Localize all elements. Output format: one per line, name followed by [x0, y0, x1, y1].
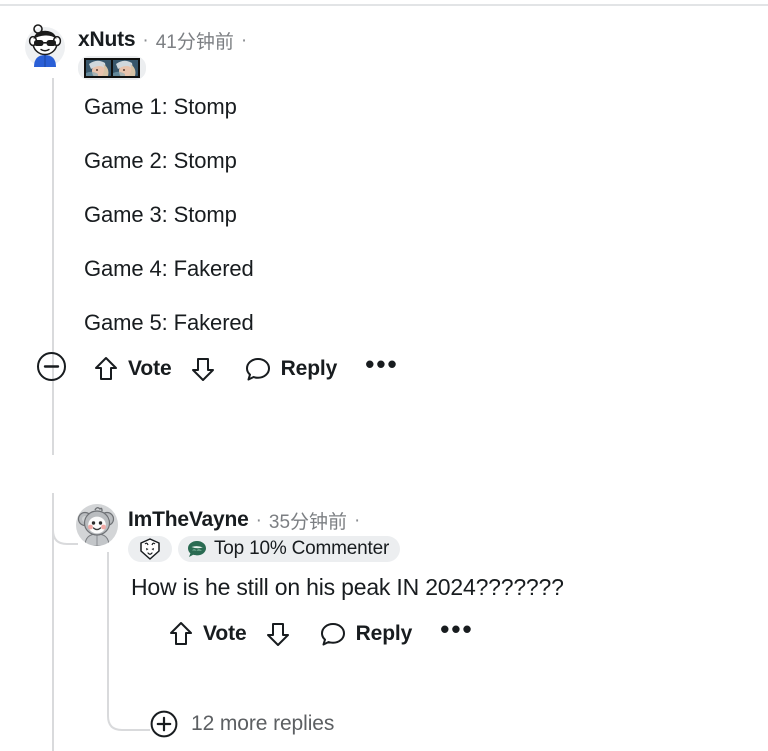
g2-esports-logo-icon — [140, 538, 160, 560]
root-comment: xNuts · 41分钟前 · Game 1: Stomp Game 2: St… — [0, 22, 768, 390]
reply-action-bar: Vote Reply ••• — [0, 613, 768, 655]
reply-button[interactable]: Reply — [244, 355, 338, 383]
collapse-minus-icon — [37, 351, 66, 381]
reply-label: Reply — [355, 622, 413, 645]
reply-button[interactable]: Reply — [319, 620, 413, 648]
comment-body-line: Game 5: Fakered — [84, 309, 254, 335]
downvote-arrow-icon — [266, 623, 289, 646]
reply-body: How is he still on his peak IN 2024?????… — [131, 574, 564, 600]
comment-body-line: Game 3: Stomp — [84, 201, 237, 227]
upvote-button[interactable]: Vote — [93, 355, 172, 383]
reply-header: ImTheVayne · 35分钟前 · Top 10% Commenter — [0, 504, 768, 562]
vote-label: Vote — [128, 356, 172, 380]
reply-avatar[interactable] — [76, 504, 118, 546]
root-author-line: xNuts · 41分钟前 · — [78, 28, 248, 53]
overflow-menu-button[interactable]: ••• — [365, 351, 398, 379]
more-replies-label: 12 more replies — [191, 712, 335, 735]
downvote-arrow-icon — [191, 357, 214, 381]
root-author-block: xNuts · 41分钟前 · — [78, 22, 247, 80]
reply-flair-row: Top 10% Commenter — [128, 536, 401, 562]
top-commenter-badge[interactable]: Top 10% Commenter — [178, 536, 401, 562]
root-timestamp: 41分钟前 — [155, 31, 234, 53]
avatar[interactable] — [22, 22, 68, 68]
comment-body-line: Game 2: Stomp — [84, 147, 237, 173]
reply-author-block: ImTheVayne · 35分钟前 · Top 10% Commenter — [128, 504, 401, 562]
nested-reply: ImTheVayne · 35分钟前 · Top 10% Commenter H… — [0, 504, 768, 655]
champion-portrait-2 — [111, 60, 138, 76]
comment-body-line: Game 4: Fakered — [84, 255, 254, 281]
collapse-thread-button[interactable] — [36, 351, 67, 387]
separator-dot: · — [255, 509, 262, 531]
overflow-menu-button[interactable]: ••• — [440, 616, 473, 644]
separator-dot: · — [142, 29, 149, 51]
snoo-sunglasses-avatar-icon — [25, 24, 65, 67]
more-replies-button[interactable]: 12 more replies — [150, 710, 334, 738]
g2-flair[interactable] — [128, 536, 172, 562]
champion-portrait-1 — [86, 60, 111, 76]
top-divider — [0, 4, 768, 6]
root-comment-body: Game 1: Stomp Game 2: Stomp Game 3: Stom… — [0, 94, 768, 336]
upvote-arrow-icon — [170, 622, 192, 645]
root-action-bar: Vote Reply ••• — [0, 348, 768, 390]
root-flair-row — [78, 56, 247, 80]
speech-bubble-icon — [245, 357, 270, 381]
downvote-button[interactable] — [190, 355, 216, 383]
comment-thread-page: xNuts · 41分钟前 · Game 1: Stomp Game 2: St… — [0, 0, 768, 751]
snoo-koala-avatar-icon — [76, 504, 118, 546]
champion-portrait-pair-flair-icon — [84, 58, 140, 78]
top-commenter-label: Top 10% Commenter — [214, 538, 390, 559]
separator-dot-2: · — [240, 29, 248, 51]
speech-bubble-icon — [320, 623, 345, 646]
separator-dot-2: · — [354, 509, 361, 531]
reply-author-name[interactable]: ImTheVayne — [128, 508, 249, 532]
reply-author-line: ImTheVayne · 35分钟前 · — [128, 508, 400, 533]
thread-connector-more-replies — [107, 700, 150, 731]
upvote-button[interactable]: Vote — [168, 620, 247, 648]
reply-label: Reply — [280, 356, 338, 380]
user-flair[interactable] — [78, 56, 146, 80]
vote-label: Vote — [203, 622, 247, 645]
reply-timestamp: 35分钟前 — [268, 511, 348, 533]
top-commenter-bubble-icon — [188, 541, 206, 557]
comment-body-line: Game 1: Stomp — [84, 94, 237, 119]
downvote-button[interactable] — [265, 620, 291, 648]
upvote-arrow-icon — [95, 356, 117, 380]
root-comment-header: xNuts · 41分钟前 · — [0, 22, 768, 80]
expand-plus-icon — [150, 710, 178, 738]
root-author-name[interactable]: xNuts — [78, 28, 136, 52]
